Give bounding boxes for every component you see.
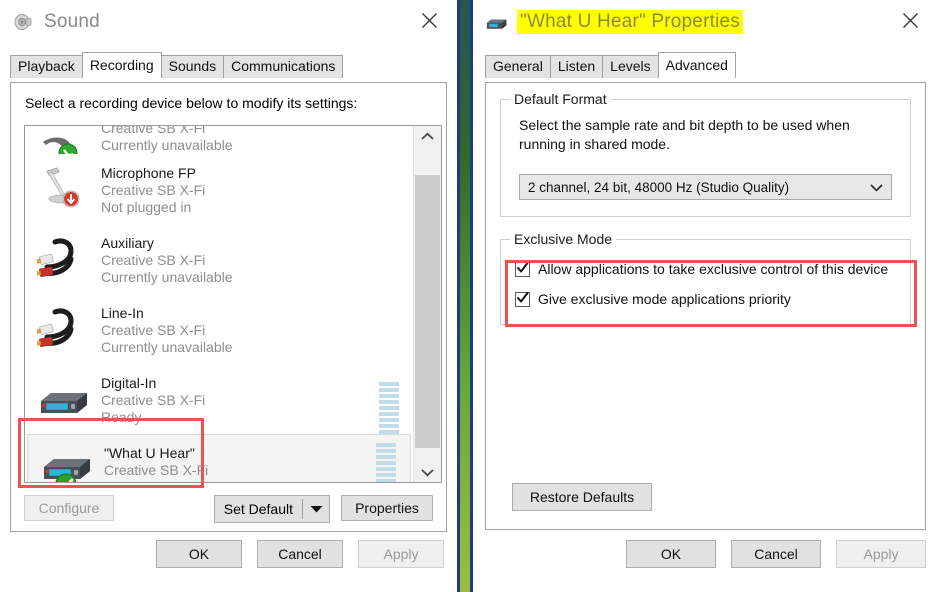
tab-sounds[interactable]: Sounds	[160, 55, 225, 78]
device-status: Currently unavailable	[101, 268, 233, 285]
close-icon	[902, 12, 918, 28]
rca-cable-icon	[32, 303, 93, 355]
properties-dialog-titlebar: "What U Hear" Properties	[473, 0, 938, 44]
device-driver: Creative SB X-Fi	[101, 251, 206, 268]
default-format-selected-value: 2 channel, 24 bit, 48000 Hz (Studio Qual…	[528, 179, 790, 195]
configure-button[interactable]: Configure	[24, 495, 114, 521]
list-item[interactable]: Microphone FP Creative SB X-Fi Not plugg…	[25, 154, 413, 224]
properties-dialog-footer: OK Cancel Apply	[626, 540, 926, 568]
close-button[interactable]	[407, 0, 451, 40]
device-status: Currently unavailable	[101, 338, 233, 355]
list-item-text: Line-In Creative SB X-Fi Currently unava…	[101, 303, 233, 356]
rca-cable-icon	[32, 233, 93, 285]
speaker-icon	[14, 14, 32, 30]
checkbox-checked-icon[interactable]	[515, 261, 530, 277]
sound-dialog-title: Sound	[44, 11, 100, 32]
apply-button[interactable]: Apply	[836, 540, 926, 568]
chevron-down-icon	[870, 175, 883, 199]
properties-button[interactable]: Properties	[341, 495, 433, 521]
sound-dialog-tabstrip: Playback Recording Sounds Communications	[0, 52, 457, 78]
cancel-button[interactable]: Cancel	[731, 540, 821, 568]
device-name: "What U Hear"	[104, 444, 195, 461]
list-item-text: Auxiliary Creative SB X-Fi Currently una…	[101, 233, 233, 286]
list-item[interactable]: Creative SB X-Fi Currently unavailable	[25, 126, 413, 154]
device-driver: Creative SB X-Fi	[101, 126, 206, 136]
volume-meter	[379, 382, 399, 434]
recording-device-list[interactable]: Creative SB X-Fi Currently unavailable M…	[24, 125, 442, 483]
list-item[interactable]: Line-In Creative SB X-Fi Currently unava…	[25, 294, 413, 364]
list-item[interactable]: "What U Hear" Creative SB X-Fi Default D…	[27, 434, 411, 482]
exclusive-mode-group: Exclusive Mode Allow applications to tak…	[500, 231, 911, 325]
tab-communications[interactable]: Communications	[223, 55, 344, 78]
sound-dialog-footer: OK Cancel Apply	[0, 540, 444, 568]
desk-microphone-icon	[37, 163, 93, 215]
digital-deck-default-icon	[40, 443, 96, 482]
set-default-split-button[interactable]: Set Default	[213, 495, 330, 523]
checkbox-checked-icon[interactable]	[515, 291, 530, 307]
list-item-text: Digital-In Creative SB X-Fi Ready	[101, 373, 205, 426]
exclusive-mode-legend: Exclusive Mode	[510, 231, 617, 247]
device-name: Auxiliary	[101, 234, 154, 251]
ok-button[interactable]: OK	[156, 540, 242, 568]
restore-defaults-button[interactable]: Restore Defaults	[512, 483, 652, 511]
device-list-viewport: Creative SB X-Fi Currently unavailable M…	[25, 126, 413, 482]
exclusive-priority-label: Give exclusive mode applications priorit…	[538, 291, 791, 307]
headset-microphone-icon	[37, 128, 93, 154]
ok-button[interactable]: OK	[626, 540, 716, 568]
tab-advanced[interactable]: Advanced	[657, 52, 736, 78]
device-status: Currently unavailable	[101, 137, 233, 153]
tab-levels[interactable]: Levels	[602, 55, 659, 78]
default-format-select[interactable]: 2 channel, 24 bit, 48000 Hz (Studio Qual…	[519, 174, 892, 200]
exclusive-control-label: Allow applications to take exclusive con…	[538, 261, 889, 277]
cancel-button[interactable]: Cancel	[257, 540, 343, 568]
default-format-legend: Default Format	[510, 91, 611, 107]
properties-dialog-title: "What U Hear" Properties	[517, 10, 743, 34]
sound-dialog: Sound Playback Recording Sounds Communic…	[0, 0, 460, 592]
default-format-description: Select the sample rate and bit depth to …	[519, 117, 850, 152]
close-button[interactable]	[888, 0, 932, 40]
close-icon	[421, 12, 437, 28]
device-status: Not plugged in	[101, 198, 192, 215]
sound-dialog-titlebar: Sound	[0, 0, 457, 44]
device-name: Microphone FP	[101, 164, 196, 181]
digital-deck-icon	[37, 373, 93, 425]
chevron-down-icon	[310, 506, 322, 513]
list-item-text: "What U Hear" Creative SB X-Fi Default D…	[104, 443, 208, 483]
recording-tab-panel: Select a recording device below to modif…	[10, 82, 447, 532]
list-item-text: Microphone FP Creative SB X-Fi Not plugg…	[101, 163, 205, 216]
list-item[interactable]: Auxiliary Creative SB X-Fi Currently una…	[25, 224, 413, 294]
list-item-text: Creative SB X-Fi Currently unavailable	[101, 126, 233, 154]
scrollbar-thumb[interactable]	[415, 175, 440, 448]
device-action-buttons: Configure Set Default Properties	[24, 495, 433, 523]
default-format-group: Default Format Select the sample rate an…	[500, 91, 911, 217]
panel-hint-text: Select a recording device below to modif…	[25, 95, 358, 111]
device-status: Default Device	[104, 479, 208, 483]
set-default-button[interactable]: Set Default	[215, 496, 302, 522]
tab-general[interactable]: General	[485, 55, 551, 78]
apply-button[interactable]: Apply	[358, 540, 444, 568]
device-name: Digital-In	[101, 374, 157, 391]
device-driver: Creative SB X-Fi	[101, 181, 206, 198]
volume-meter	[376, 443, 396, 482]
device-driver: Creative SB X-Fi	[101, 391, 206, 408]
device-status: Ready	[101, 408, 142, 425]
device-name: Line-In	[101, 304, 144, 321]
advanced-tab-panel: Default Format Select the sample rate an…	[485, 82, 926, 530]
set-default-dropdown-button[interactable]	[303, 496, 329, 522]
exclusive-priority-checkbox-row[interactable]: Give exclusive mode applications priorit…	[515, 288, 910, 310]
properties-dialog-tabstrip: General Listen Levels Advanced	[473, 52, 938, 78]
tab-playback[interactable]: Playback	[10, 55, 83, 78]
scroll-up-icon[interactable]	[414, 126, 441, 146]
tab-recording[interactable]: Recording	[81, 52, 162, 78]
device-driver: Creative SB X-Fi	[104, 461, 209, 478]
device-driver: Creative SB X-Fi	[101, 321, 206, 338]
list-item[interactable]: Digital-In Creative SB X-Fi Ready	[25, 364, 413, 434]
what-u-hear-properties-dialog: "What U Hear" Properties General Listen …	[470, 0, 938, 592]
scroll-down-icon[interactable]	[414, 462, 441, 482]
device-list-scrollbar[interactable]	[413, 126, 441, 482]
digital-deck-icon	[486, 19, 507, 29]
tab-listen[interactable]: Listen	[549, 55, 604, 78]
exclusive-control-checkbox-row[interactable]: Allow applications to take exclusive con…	[515, 258, 910, 280]
